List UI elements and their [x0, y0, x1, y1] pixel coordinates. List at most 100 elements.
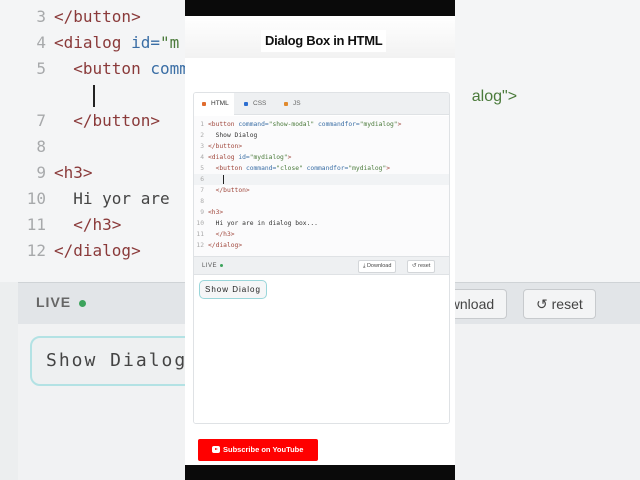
tab-html-icon — [202, 102, 206, 106]
code-token: > — [397, 121, 402, 128]
code-token: "close" — [276, 165, 307, 172]
text-cursor — [223, 174, 225, 184]
code-line: 1 <button command="show-modal" commandfor… — [194, 119, 449, 130]
tab-css[interactable]: CSS — [236, 93, 274, 115]
code-line: 3 </button> — [194, 141, 449, 152]
background-code-line: 12 </dialog> — [0, 238, 141, 264]
code-line: 12 </dialog> — [194, 240, 449, 251]
tab-js-icon — [284, 102, 288, 106]
code-token: command= — [245, 165, 277, 172]
background-code-token: "m — [159, 33, 180, 52]
letterbox-bottom — [185, 465, 455, 480]
background-text-cursor — [92, 84, 95, 107]
background-code-line: 7 </button> — [0, 108, 160, 134]
background-code-line — [0, 82, 95, 108]
live-bar: LIVE ⤓ Download ↺ reset — [194, 256, 449, 275]
code-editor: HTML CSS JS 1 <button command="show-modal" … — [193, 92, 450, 424]
background-code-line: 4 <dialog id="m — [0, 30, 179, 56]
background-code-token: </button> — [73, 111, 160, 130]
background-code-token: Hi yor are — [54, 189, 170, 208]
letterbox-top — [185, 0, 455, 16]
line-number: 3 — [200, 143, 204, 150]
code-token: "show-modal" — [268, 121, 318, 128]
background-line-number: 3 — [36, 7, 46, 26]
line-number: 9 — [200, 209, 204, 216]
code-token: </button> — [215, 187, 250, 194]
code-line: 10 Hi yor are in dialog box... — [194, 218, 449, 229]
background-code-token — [54, 111, 73, 130]
background-show-dialog-button: Show Dialog — [30, 336, 204, 386]
background-code-line: 11 </h3> — [0, 212, 122, 238]
tab-label: JS — [293, 100, 301, 107]
code-line: 8 — [194, 196, 449, 207]
code-line: 11 </h3> — [194, 229, 449, 240]
tab-css-icon — [244, 102, 248, 106]
line-number: 12 — [196, 242, 204, 249]
code-token: command= — [238, 121, 269, 128]
background-live-dot — [79, 299, 87, 307]
background-line-number: 5 — [36, 59, 46, 78]
background-code-line: 10 Hi yor are — [0, 186, 170, 212]
line-number: 7 — [200, 187, 204, 194]
code-token: <button — [215, 165, 246, 172]
background-code-token — [54, 215, 73, 234]
line-number: 1 — [200, 121, 204, 128]
subscribe-youtube-button[interactable]: Subscribe on YouTube — [198, 439, 318, 461]
background-code-token: </button> — [54, 7, 141, 26]
code-token: Hi yor are in dialog box... — [208, 220, 318, 227]
background-line-number: 7 — [36, 111, 46, 130]
background-line-number: 9 — [36, 163, 46, 182]
code-token: Show Dialog — [208, 132, 258, 139]
background-line-number: 8 — [36, 137, 46, 156]
video-panel: Dialog Box in HTML HTML CSS JS 1 <button co… — [185, 16, 455, 465]
line-number: 8 — [200, 198, 204, 205]
code-token: </dialog> — [208, 242, 243, 249]
reset-button[interactable]: ↺ reset — [407, 260, 436, 273]
background-live-label: LIVE — [36, 294, 87, 310]
background-code-token — [54, 85, 93, 104]
background-line-number: 10 — [26, 189, 46, 208]
panel-header: Dialog Box in HTML — [185, 16, 455, 58]
show-dialog-button[interactable]: Show Dialog — [199, 280, 267, 299]
background-live-text: LIVE — [36, 294, 72, 310]
line-number: 11 — [196, 231, 204, 238]
background-code-fragment: alog"> — [454, 58, 517, 105]
code-line: 9 <h3> — [194, 207, 449, 218]
tab-html[interactable]: HTML — [194, 93, 234, 115]
line-number: 5 — [200, 165, 204, 172]
background-code-line: 8 — [0, 134, 54, 160]
background-code-line: 5 <button comm — [0, 56, 189, 82]
background-reset-button: ↺ reset — [523, 289, 596, 319]
code-token: "mydialog" — [359, 121, 398, 128]
background-code-line: 9 <h3> — [0, 160, 93, 186]
background-code-token: id= — [131, 33, 160, 52]
background-code-line: 3 </button> — [0, 4, 141, 30]
code-token: id= — [238, 154, 250, 161]
code-token: <dialog — [208, 154, 239, 161]
live-preview: Show Dialog — [194, 275, 449, 423]
background-code-token: <h3> — [54, 163, 93, 182]
code-token: <h3> — [208, 209, 224, 216]
code-token: "mydialog" — [348, 165, 387, 172]
tab-js[interactable]: JS — [276, 93, 306, 115]
background-code-token — [54, 59, 73, 78]
code-token: </button> — [208, 143, 243, 150]
background-code-token: </h3> — [73, 215, 122, 234]
code-token: <button — [208, 121, 239, 128]
code-line: 7 </button> — [194, 185, 449, 196]
code-line: 4 <dialog id="mydialog"> — [194, 152, 449, 163]
download-button[interactable]: ⤓ Download — [358, 260, 397, 273]
background-fragment-text: alog"> — [471, 88, 518, 105]
line-number: 2 — [200, 132, 204, 139]
code-area[interactable]: 1 <button command="show-modal" commandfor… — [194, 116, 449, 256]
code-token: "mydialog" — [249, 154, 288, 161]
live-text: LIVE — [202, 263, 218, 269]
page-title: Dialog Box in HTML — [261, 30, 387, 52]
line-number: 4 — [200, 154, 204, 161]
background-line-number: 11 — [26, 215, 46, 234]
code-line: 2 Show Dialog — [194, 130, 449, 141]
code-token: commandfor= — [306, 165, 349, 172]
